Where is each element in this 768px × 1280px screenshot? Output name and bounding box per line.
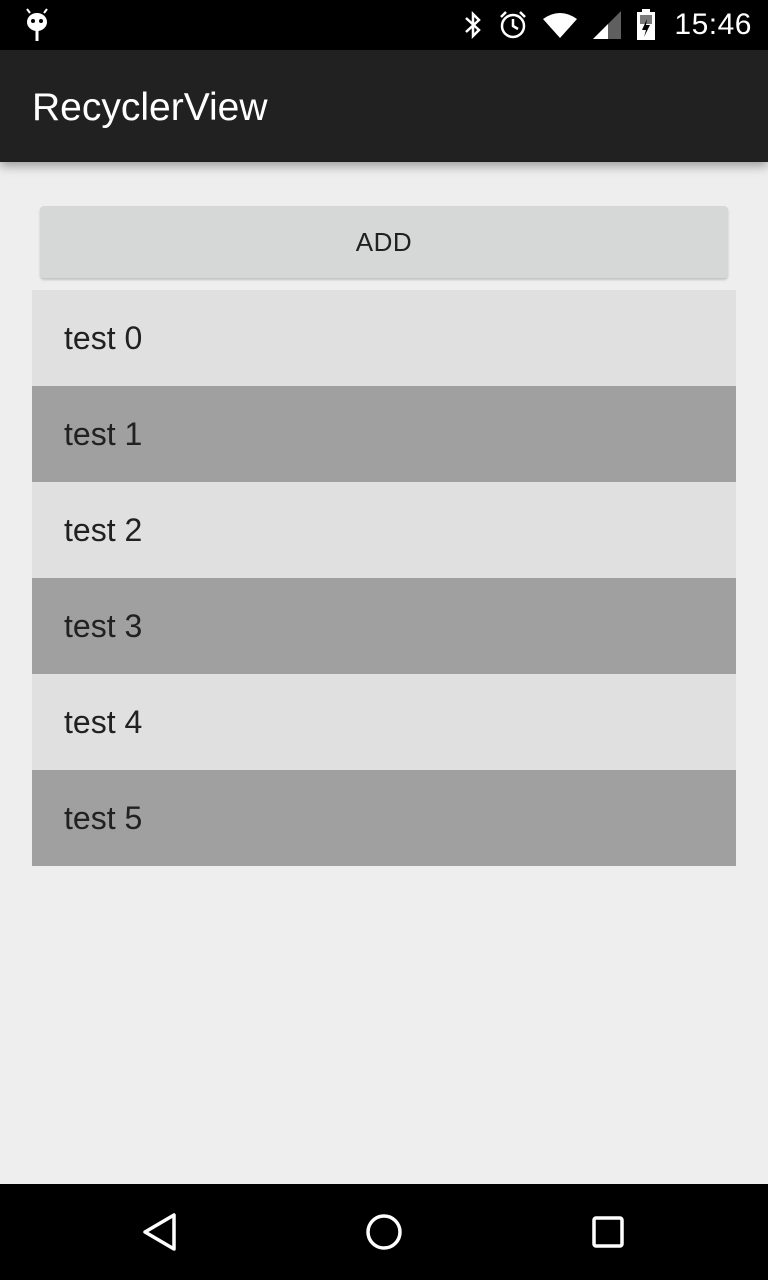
home-icon[interactable]	[360, 1208, 408, 1256]
list-item[interactable]: test 2	[32, 482, 736, 578]
clock: 15:46	[674, 8, 752, 41]
status-bar: 15:46	[0, 0, 768, 50]
navigation-bar	[0, 1184, 768, 1280]
android-debug-icon	[22, 8, 52, 42]
list-item[interactable]: test 5	[32, 770, 736, 866]
alarm-icon	[498, 10, 528, 40]
app-title: RecyclerView	[32, 86, 268, 129]
list-item[interactable]: test 4	[32, 674, 736, 770]
list-item[interactable]: test 0	[32, 290, 736, 386]
recents-icon[interactable]	[584, 1208, 632, 1256]
app-bar: RecyclerView	[0, 50, 768, 162]
add-button[interactable]: ADD	[40, 206, 728, 278]
wifi-icon	[542, 11, 578, 39]
list-item[interactable]: test 3	[32, 578, 736, 674]
signal-icon	[592, 10, 622, 40]
list-item[interactable]: test 1	[32, 386, 736, 482]
screen: 15:46 RecyclerView ADD test 0 test 1 tes…	[0, 0, 768, 1280]
battery-icon	[636, 9, 656, 41]
bluetooth-icon	[462, 10, 484, 40]
recycler-list[interactable]: test 0 test 1 test 2 test 3 test 4 test …	[32, 290, 736, 866]
back-icon[interactable]	[136, 1208, 184, 1256]
status-icons: 15:46	[462, 0, 752, 50]
